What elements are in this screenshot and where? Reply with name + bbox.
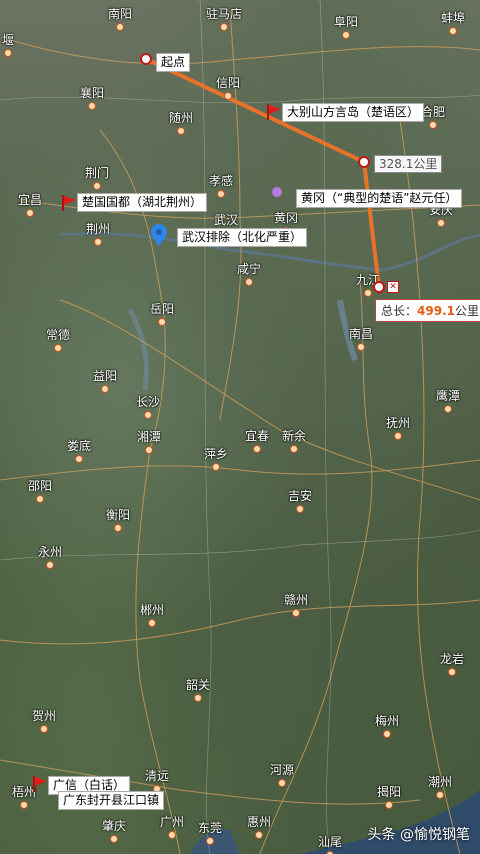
route-midpoint[interactable] [358,156,370,168]
city-label: 南阳 [108,5,132,31]
city-label: 孝感 [209,172,233,198]
purple-dot-icon[interactable] [272,187,282,197]
city-label: 衡阳 [106,506,130,532]
city-label: 汕尾 [318,833,342,854]
city-label: 蚌埠 [441,9,465,35]
route-start-label: 起点 [156,53,191,72]
city-label: 郴州 [140,601,164,627]
red-flag-icon[interactable] [33,776,47,792]
city-label: 龙岩 [440,650,464,676]
city-label: 宜昌 [18,191,42,217]
city-label: 吉安 [288,487,312,513]
city-label: 咸宁 [237,260,261,286]
marker-label-jiangkou: 广东封开县江口镇 [58,791,165,810]
blue-pin-icon[interactable] [151,224,167,246]
city-label: 阜阳 [334,13,358,39]
city-label: 南昌 [349,325,373,351]
total-value: 499.1 [417,304,455,318]
city-label: 湘潭 [137,428,161,454]
city-label: 益阳 [93,367,117,393]
route-end-point[interactable] [373,281,385,293]
city-label: 襄阳 [80,84,104,110]
city-label: 揭阳 [377,783,401,809]
city-label: 岳阳 [150,300,174,326]
city-label: 清远 [145,767,169,793]
city-label: 邵阳 [28,477,52,503]
city-label: 广州 [160,813,184,839]
watermark: 头条 @愉悦钢笔 [367,827,470,843]
marker-label-chu-capital: 楚国国都（湖北荆州） [77,193,208,212]
city-label: 驻马店 [206,5,242,31]
city-label: 荆门 [85,164,109,190]
city-label: 惠州 [247,813,271,839]
marker-label-huanggang: 黄冈（“典型的楚语”赵元任） [296,189,463,208]
satellite-map[interactable]: 南阳 驻马店 阜阳 蚌埠 襄阳 信阳 随州 合肥 荆门 孝感 宜昌 荆州 武汉 … [0,0,480,854]
marker-label-dabie: 大别山方言岛（楚语区） [282,103,425,122]
city-label: 肇庆 [102,817,126,843]
segment-distance-label: 328.1公里 [374,155,443,173]
route-total-length: 总长：499.1公里 [375,299,480,322]
city-label: 韶关 [186,676,210,702]
red-flag-icon[interactable] [267,104,281,120]
city-label: 常德 [46,326,70,352]
city-label: 萍乡 [204,445,228,471]
city-label: 赣州 [284,591,308,617]
city-label: 潮州 [428,773,452,799]
city-label: 鹰潭 [436,387,460,413]
city-label: 信阳 [216,74,240,100]
total-unit: 公里 [454,304,479,318]
city-label: 宜春 [245,427,269,453]
city-label: 永州 [38,543,62,569]
close-icon[interactable]: ✕ [387,281,399,293]
red-flag-icon[interactable] [62,195,76,211]
city-label: 新余 [282,427,306,453]
marker-label-wuhan: 武汉排除（北化严重） [177,228,308,247]
city-label: 堰 [2,31,14,57]
city-label: 梅州 [375,712,399,738]
city-label: 合肥 [421,103,445,129]
city-label: 娄底 [67,437,91,463]
city-label: 抚州 [386,414,410,440]
total-prefix: 总长： [381,304,418,318]
city-label: 荆州 [86,220,110,246]
city-label: 长沙 [136,393,160,419]
city-label: 河源 [270,761,294,787]
city-label: 贺州 [32,707,56,733]
city-label: 东莞 [198,819,222,845]
route-start-point[interactable] [140,53,152,65]
city-label: 随州 [169,109,193,135]
